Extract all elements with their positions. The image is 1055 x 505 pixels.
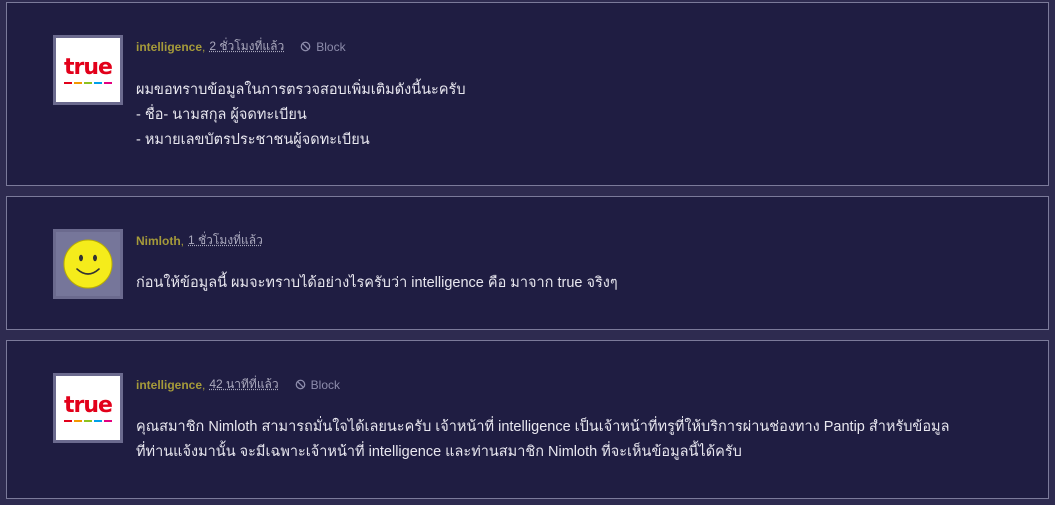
block-label: Block: [316, 39, 346, 54]
block-label: Block: [310, 377, 340, 392]
comment-card: Nimloth , 1 ชั่วโมงที่แล้ว ก่อนให้ข้อมูล…: [6, 196, 1049, 330]
block-icon: [300, 41, 311, 52]
block-icon: [295, 379, 306, 390]
avatar[interactable]: [53, 229, 123, 299]
author-name[interactable]: Nimloth: [136, 234, 181, 248]
timestamp[interactable]: 2 ชั่วโมงที่แล้ว: [209, 37, 284, 56]
author-name[interactable]: intelligence: [136, 40, 202, 54]
block-button[interactable]: Block: [295, 378, 340, 392]
comment-card: true intelligence , 42 นาทีที่แล้ว Block…: [6, 340, 1049, 499]
comment-line: - ชื่อ- นามสกุล ผู้จดทะเบียน: [136, 107, 307, 123]
comment-line: ก่อนให้ข้อมูลนี้ ผมจะทราบได้อย่างไรครับว…: [136, 275, 618, 291]
smiley-face-icon: [63, 239, 113, 289]
comment-line: ผมขอทราบข้อมูลในการตรวจสอบเพิ่มเติมดังนี…: [136, 82, 466, 98]
avatar[interactable]: true: [53, 35, 123, 105]
timestamp[interactable]: 1 ชั่วโมงที่แล้ว: [188, 231, 263, 250]
comment-meta: Nimloth , 1 ชั่วโมงที่แล้ว: [136, 231, 263, 250]
true-logo-icon: true: [64, 394, 113, 422]
author-name[interactable]: intelligence: [136, 378, 202, 392]
timestamp[interactable]: 42 นาทีที่แล้ว: [209, 375, 278, 394]
comment-line: ที่ท่านแจ้งมานั้น จะมีเฉพาะเจ้าหน้าที่ i…: [136, 444, 742, 460]
avatar[interactable]: true: [53, 373, 123, 443]
comment-body: ก่อนให้ข้อมูลนี้ ผมจะทราบได้อย่างไรครับว…: [136, 271, 1008, 296]
true-logo-icon: true: [64, 56, 113, 84]
comment-card: true intelligence , 2 ชั่วโมงที่แล้ว Blo…: [6, 2, 1049, 186]
comment-body: คุณสมาชิก Nimloth สามารถมั่นใจได้เลยนะคร…: [136, 415, 1008, 465]
block-button[interactable]: Block: [300, 39, 346, 54]
comment-meta: intelligence , 42 นาทีที่แล้ว Block: [136, 375, 340, 394]
comment-body: ผมขอทราบข้อมูลในการตรวจสอบเพิ่มเติมดังนี…: [136, 78, 1008, 153]
comment-line: คุณสมาชิก Nimloth สามารถมั่นใจได้เลยนะคร…: [136, 419, 950, 435]
comment-line: - หมายเลขบัตรประชาชนผู้จดทะเบียน: [136, 132, 370, 148]
comment-meta: intelligence , 2 ชั่วโมงที่แล้ว Block: [136, 37, 346, 56]
